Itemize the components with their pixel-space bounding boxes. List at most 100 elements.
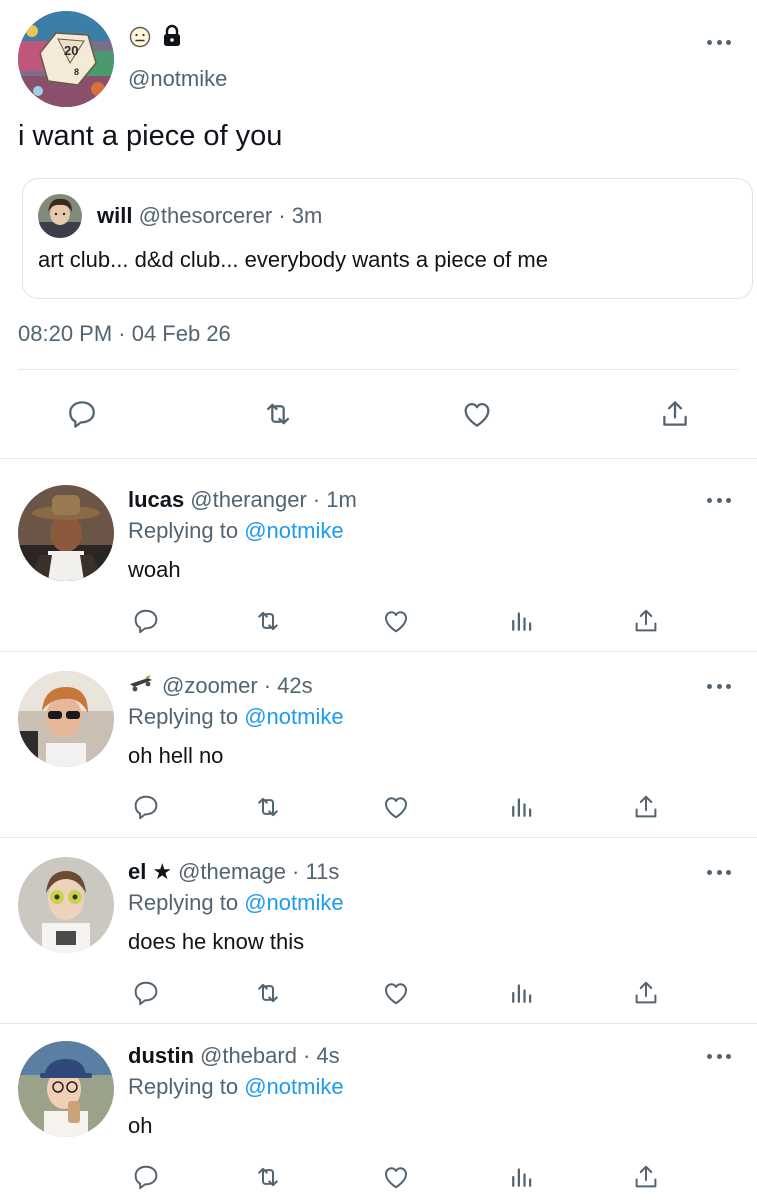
reply-time: · 1m <box>312 487 357 512</box>
share-icon <box>635 795 657 818</box>
retweet-icon <box>258 797 278 817</box>
reply-author-name[interactable]: dustin <box>128 1043 194 1069</box>
like-button[interactable] <box>376 604 416 638</box>
more-options-icon[interactable] <box>707 868 731 876</box>
heart-icon <box>385 797 407 819</box>
replying-to-label: Replying to <box>128 704 239 729</box>
reply-button[interactable] <box>126 1160 166 1194</box>
analytics-button[interactable] <box>502 1160 542 1194</box>
reply-button[interactable] <box>126 604 166 638</box>
quoted-tweet-time: · 3m <box>278 203 323 228</box>
reply-author-name[interactable]: lucas <box>128 487 184 513</box>
reply-author-handle[interactable]: @zoomer <box>162 673 258 699</box>
more-options-icon[interactable] <box>707 1052 731 1060</box>
retweet-button[interactable] <box>248 790 288 824</box>
quoted-tweet-card[interactable]: will @thesorcerer · 3m art club... d&d c… <box>22 178 753 299</box>
replying-to-line: Replying to @notmike <box>128 890 344 916</box>
analytics-button[interactable] <box>502 790 542 824</box>
reply-author-handle[interactable]: @thebard <box>200 1043 297 1069</box>
share-button[interactable] <box>626 790 666 824</box>
retweet-icon <box>266 403 290 425</box>
analytics-icon <box>512 984 532 1003</box>
name-badge: ★ <box>152 859 173 884</box>
tweet-timestamp[interactable]: 08:20 PM · 04 Feb 26 <box>18 321 231 347</box>
skateboard-emoji-icon <box>128 673 154 699</box>
retweet-button[interactable] <box>248 976 288 1010</box>
reply-text: does he know this <box>128 929 305 954</box>
divider <box>18 369 739 370</box>
replying-to-link[interactable]: @notmike <box>244 704 343 729</box>
reply-icon <box>134 795 158 820</box>
divider <box>0 837 757 838</box>
reply-icon <box>134 1165 158 1190</box>
avatar[interactable]: 20 8 <box>18 11 114 107</box>
analytics-icon <box>512 1168 532 1187</box>
retweet-button[interactable] <box>258 394 298 434</box>
quoted-author-line: will @thesorcerer · 3m <box>97 203 322 229</box>
reply-author-line: @zoomer · 42s <box>128 673 313 699</box>
replying-to-line: Replying to @notmike <box>128 704 344 730</box>
more-options-icon[interactable] <box>707 38 731 46</box>
reply-button[interactable] <box>62 394 102 434</box>
reply-author-handle[interactable]: @themage <box>178 859 286 885</box>
divider <box>0 458 757 459</box>
more-options-icon[interactable] <box>707 496 731 504</box>
reply-time: · 42s <box>263 673 313 698</box>
avatar[interactable] <box>18 857 114 953</box>
tweet-text: i want a piece of you <box>18 120 283 152</box>
replying-to-label: Replying to <box>128 518 239 543</box>
divider <box>0 1023 757 1024</box>
lock-icon <box>161 24 183 48</box>
heart-icon <box>385 611 407 633</box>
like-button[interactable] <box>376 1160 416 1194</box>
reply-icon <box>134 609 158 634</box>
share-icon <box>635 1165 657 1188</box>
svg-text:8: 8 <box>74 67 79 77</box>
like-button[interactable] <box>457 394 497 434</box>
like-button[interactable] <box>376 976 416 1010</box>
avatar[interactable] <box>18 485 114 581</box>
reply-button[interactable] <box>126 790 166 824</box>
reply-icon <box>69 401 95 428</box>
author-handle[interactable]: @notmike <box>128 66 227 92</box>
divider <box>0 651 757 652</box>
avatar[interactable] <box>18 671 114 767</box>
share-button[interactable] <box>626 604 666 638</box>
reply-author-line: lucas @theranger · 1m <box>128 487 357 513</box>
analytics-icon <box>512 798 532 817</box>
like-button[interactable] <box>376 790 416 824</box>
retweet-icon <box>258 611 278 631</box>
share-icon <box>635 981 657 1004</box>
share-button[interactable] <box>626 976 666 1010</box>
replying-to-link[interactable]: @notmike <box>244 518 343 543</box>
heart-icon <box>385 983 407 1005</box>
reply-author-handle[interactable]: @theranger <box>190 487 307 513</box>
reply-author-name[interactable]: el <box>128 859 146 885</box>
analytics-button[interactable] <box>502 976 542 1010</box>
reply-time: · 4s <box>302 1043 340 1068</box>
analytics-button[interactable] <box>502 604 542 638</box>
reply-text: oh <box>128 1113 153 1138</box>
quoted-tweet-text: art club... d&d club... everybody wants … <box>38 247 548 272</box>
retweet-icon <box>258 983 278 1003</box>
reply-icon <box>134 981 158 1006</box>
replying-to-line: Replying to @notmike <box>128 518 344 544</box>
quoted-author-handle[interactable]: @thesorcerer <box>139 203 273 228</box>
heart-icon <box>464 402 490 427</box>
replying-to-link[interactable]: @notmike <box>244 1074 343 1099</box>
share-button[interactable] <box>655 394 695 434</box>
d20-die-avatar-image: 20 8 <box>18 11 114 107</box>
replying-to-link[interactable]: @notmike <box>244 890 343 915</box>
replying-to-label: Replying to <box>128 1074 239 1099</box>
svg-text:20: 20 <box>64 43 78 58</box>
replying-to-line: Replying to @notmike <box>128 1074 344 1100</box>
reply-text: woah <box>128 557 181 582</box>
quoted-author-name[interactable]: will <box>97 203 132 228</box>
reply-button[interactable] <box>126 976 166 1010</box>
retweet-button[interactable] <box>248 1160 288 1194</box>
share-button[interactable] <box>626 1160 666 1194</box>
heart-icon <box>385 1167 407 1189</box>
avatar[interactable] <box>18 1041 114 1137</box>
retweet-button[interactable] <box>248 604 288 638</box>
more-options-icon[interactable] <box>707 682 731 690</box>
